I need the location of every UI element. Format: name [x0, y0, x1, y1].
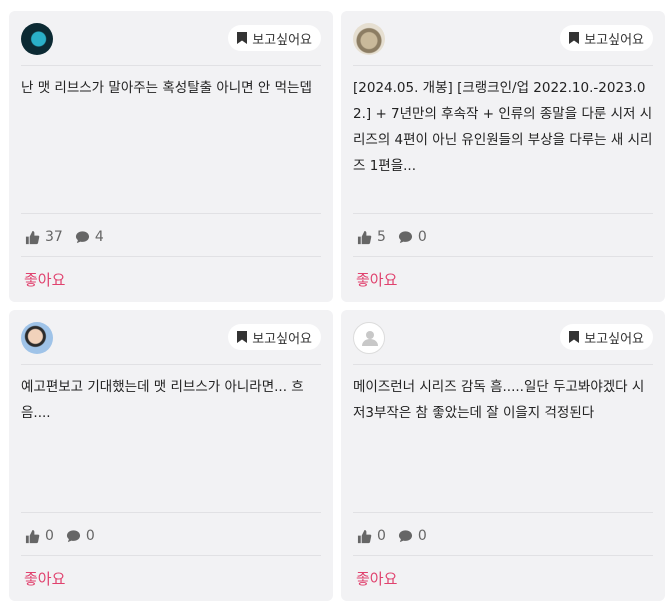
comment-count: 4	[75, 229, 104, 245]
comment-icon	[75, 230, 89, 243]
comment-card[interactable]: 보고싶어요 예고편보고 기대했는데 맷 리브스가 아니라면... 흐음.... …	[9, 310, 333, 601]
avatar[interactable]	[353, 322, 385, 354]
card-header: 보고싶어요	[21, 322, 321, 364]
avatar[interactable]	[21, 23, 53, 55]
stats-row: 37 4	[25, 227, 116, 247]
avatar[interactable]	[353, 23, 385, 55]
comment-card[interactable]: 보고싶어요 난 맷 리브스가 말아주는 혹성탈출 아니면 안 먹는뎁 37 4 …	[9, 11, 333, 302]
comment-count-value: 0	[417, 229, 427, 245]
divider	[353, 364, 653, 365]
divider	[353, 65, 653, 66]
comment-count-value: 0	[85, 528, 95, 544]
card-header: 보고싶어요	[21, 23, 321, 65]
like-count-value: 0	[377, 528, 386, 544]
wish-label: 보고싶어요	[584, 32, 644, 48]
thumbs-up-icon	[357, 230, 372, 244]
comment-text[interactable]: 예고편보고 기대했는데 맷 리브스가 아니라면... 흐음....	[21, 374, 321, 426]
comment-text[interactable]: 메이즈런너 시리즈 감독 흠.....일단 두고봐야겠다 시저3부작은 참 좋았…	[353, 374, 653, 426]
stats-row: 0 0	[25, 526, 107, 546]
like-button[interactable]: 좋아요	[24, 568, 65, 589]
comment-text[interactable]: 난 맷 리브스가 말아주는 혹성탈출 아니면 안 먹는뎁	[21, 75, 321, 101]
wish-button[interactable]: 보고싶어요	[228, 25, 321, 51]
wish-button[interactable]: 보고싶어요	[228, 324, 321, 350]
bookmark-icon	[237, 331, 248, 343]
stats-row: 0 0	[357, 526, 439, 546]
wish-button[interactable]: 보고싶어요	[560, 324, 653, 350]
comment-count: 0	[398, 229, 427, 245]
user-placeholder-icon	[362, 331, 378, 346]
comment-icon	[66, 529, 80, 542]
comment-card[interactable]: 보고싶어요 [2024.05. 개봉] [크랭크인/업 2022.10.-202…	[341, 11, 665, 302]
comment-icon	[398, 230, 412, 243]
thumbs-up-icon	[357, 529, 372, 543]
wish-label: 보고싶어요	[584, 331, 644, 347]
divider	[353, 256, 653, 257]
card-header: 보고싶어요	[353, 322, 653, 364]
wish-label: 보고싶어요	[252, 331, 312, 347]
bookmark-icon	[569, 331, 580, 343]
divider	[21, 555, 321, 556]
comment-card[interactable]: 보고싶어요 메이즈런너 시리즈 감독 흠.....일단 두고봐야겠다 시저3부작…	[341, 310, 665, 601]
like-count-value: 37	[45, 229, 63, 245]
divider	[21, 364, 321, 365]
comment-icon	[398, 529, 412, 542]
avatar[interactable]	[21, 322, 53, 354]
comment-count: 0	[66, 528, 95, 544]
like-button[interactable]: 좋아요	[356, 269, 397, 290]
wish-button[interactable]: 보고싶어요	[560, 25, 653, 51]
like-count: 0	[25, 528, 54, 544]
like-button[interactable]: 좋아요	[24, 269, 65, 290]
stats-row: 5 0	[357, 227, 439, 247]
divider	[21, 512, 321, 513]
comment-count-value: 4	[94, 229, 104, 245]
divider	[353, 213, 653, 214]
thumbs-up-icon	[25, 529, 40, 543]
bookmark-icon	[237, 32, 248, 44]
comment-text[interactable]: [2024.05. 개봉] [크랭크인/업 2022.10.-2023.02.]…	[353, 75, 653, 179]
divider	[353, 555, 653, 556]
like-count: 0	[357, 528, 386, 544]
divider	[21, 65, 321, 66]
card-header: 보고싶어요	[353, 23, 653, 65]
thumbs-up-icon	[25, 230, 40, 244]
bookmark-icon	[569, 32, 580, 44]
divider	[353, 512, 653, 513]
divider	[21, 256, 321, 257]
wish-label: 보고싶어요	[252, 32, 312, 48]
comment-count-value: 0	[417, 528, 427, 544]
like-count: 5	[357, 229, 386, 245]
like-count-value: 5	[377, 229, 386, 245]
like-button[interactable]: 좋아요	[356, 568, 397, 589]
like-count: 37	[25, 229, 63, 245]
divider	[21, 213, 321, 214]
like-count-value: 0	[45, 528, 54, 544]
comment-count: 0	[398, 528, 427, 544]
